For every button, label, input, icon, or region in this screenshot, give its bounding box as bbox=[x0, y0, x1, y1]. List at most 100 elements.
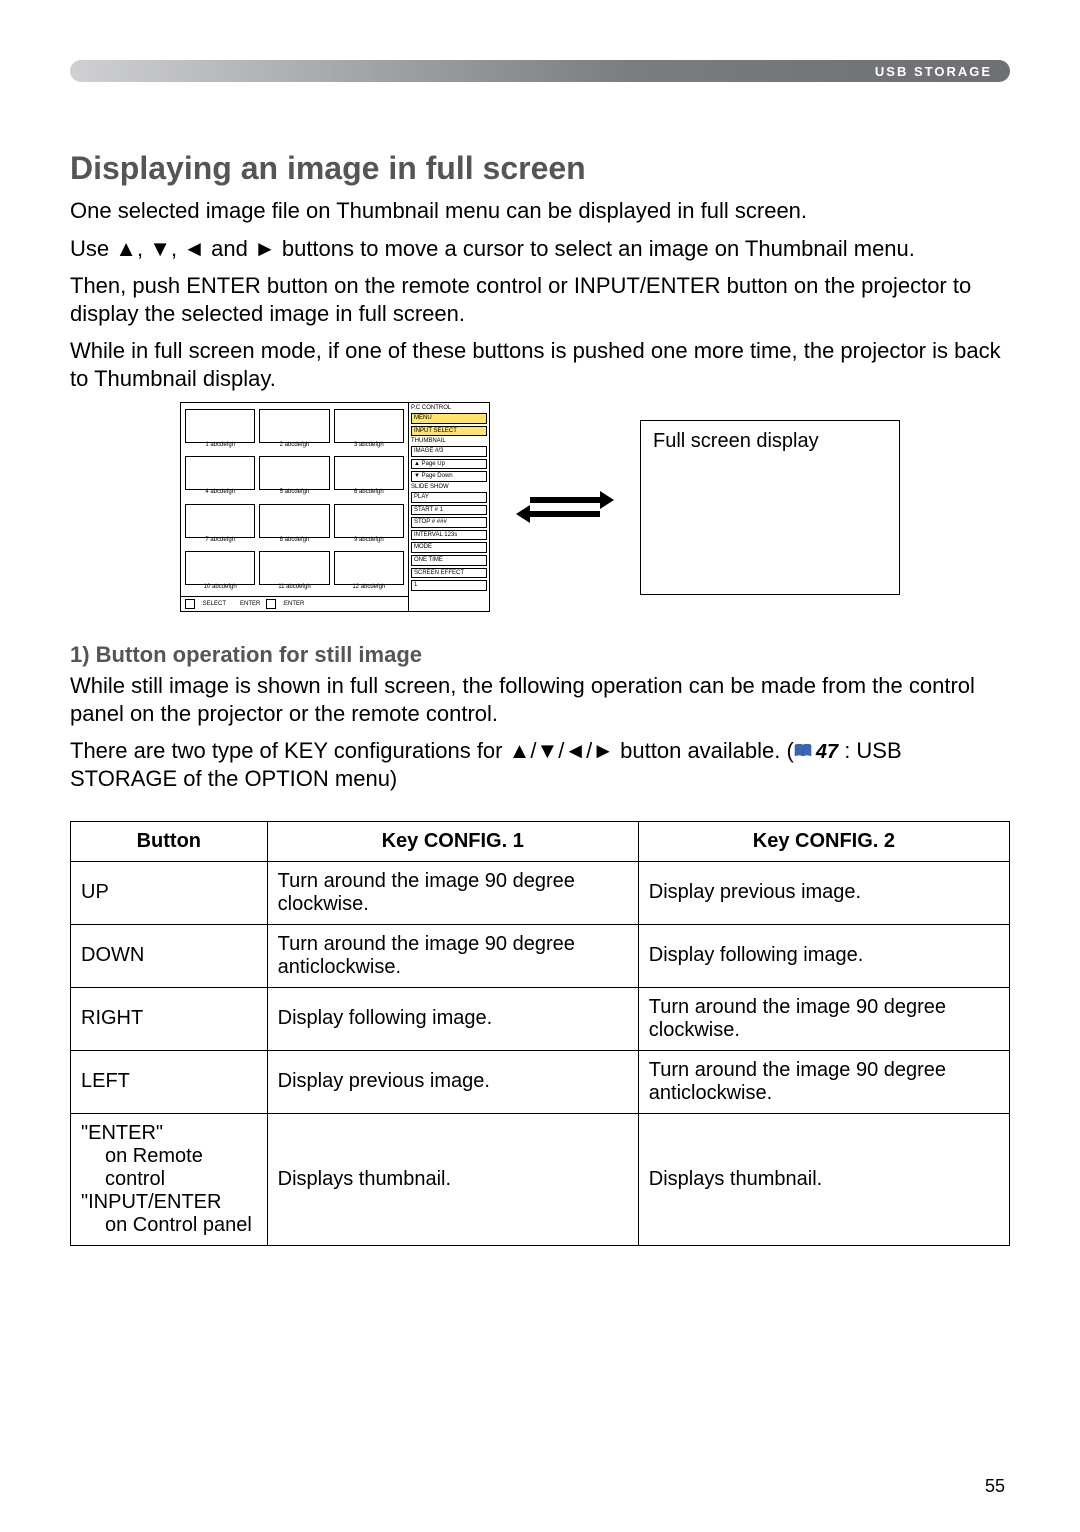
cell-c2: Display previous image. bbox=[638, 861, 1009, 924]
manual-ref: 47 bbox=[794, 740, 838, 765]
cell-c1: Display following image. bbox=[267, 987, 638, 1050]
cell-c2: Display following image. bbox=[638, 924, 1009, 987]
thumb-caption: 9 abcdefgh bbox=[335, 537, 403, 544]
arrow-combo: ▲/▼/◄/► bbox=[509, 738, 614, 763]
side-screen-effect: SCREEN EFFECT bbox=[411, 568, 487, 579]
enter-l1b: "INPUT/ENTER bbox=[81, 1191, 257, 1214]
side-menu: MENU bbox=[411, 413, 487, 424]
manual-ref-no: 47 bbox=[816, 740, 838, 765]
cell-c1: Display previous image. bbox=[267, 1050, 638, 1113]
thumb-cell: 1 abcdefgh bbox=[185, 409, 255, 443]
cell-button-enter: "ENTER" on Remote control "INPUT/ENTER o… bbox=[71, 1113, 268, 1245]
thumbnail-footer: :SELECT ENTER :ENTER bbox=[181, 596, 408, 611]
side-page-down: ▼ Page Down bbox=[411, 471, 487, 482]
side-mode: MODE bbox=[411, 542, 487, 553]
thumb-cell: 12 abcdefgh bbox=[334, 551, 404, 585]
enter-icon bbox=[266, 599, 276, 609]
arrow-left-icon bbox=[530, 511, 600, 517]
thumb-cell: 7 abcdefgh bbox=[185, 504, 255, 538]
side-input-select: INPUT SELECT bbox=[411, 426, 487, 437]
thumb-cell: 8 abcdefgh bbox=[259, 504, 329, 538]
side-start: START # 1 bbox=[411, 505, 487, 516]
thumb-caption: 12 abcdefgh bbox=[335, 584, 403, 591]
page-number: 55 bbox=[985, 1476, 1005, 1497]
subsection-title: 1) Button operation for still image bbox=[70, 642, 1010, 668]
thumb-caption: 5 abcdefgh bbox=[260, 489, 328, 496]
thumbnail-menu-illustration: 1 abcdefgh 2 abcdefgh 3 abcdefgh 4 abcde… bbox=[180, 402, 490, 612]
sub-p2a: There are two type of KEY configurations… bbox=[70, 738, 509, 763]
section-p3: Then, push ENTER button on the remote co… bbox=[70, 272, 1010, 327]
side-pc-control: P.C CONTROL bbox=[411, 405, 487, 411]
transition-arrows bbox=[520, 497, 610, 517]
section-p2b: buttons to move a cursor to select an im… bbox=[276, 236, 915, 261]
thumb-cell: 6 abcdefgh bbox=[334, 456, 404, 490]
thumb-cell: 4 abcdefgh bbox=[185, 456, 255, 490]
thumb-caption: 7 abcdefgh bbox=[186, 537, 254, 544]
cell-c1: Turn around the image 90 degree clockwis… bbox=[267, 861, 638, 924]
key-config-table: Button Key CONFIG. 1 Key CONFIG. 2 UP Tu… bbox=[70, 821, 1010, 1246]
th-config1: Key CONFIG. 1 bbox=[267, 821, 638, 861]
table-row: LEFT Display previous image. Turn around… bbox=[71, 1050, 1010, 1113]
thumb-caption: 4 abcdefgh bbox=[186, 489, 254, 496]
side-thumbnail-title: THUMBNAIL bbox=[411, 438, 487, 444]
cell-button: LEFT bbox=[71, 1050, 268, 1113]
thumb-cell: 5 abcdefgh bbox=[259, 456, 329, 490]
side-stop: STOP # ### bbox=[411, 517, 487, 528]
sub-p2b: button available. ( bbox=[614, 738, 794, 763]
section-p2: Use ▲, ▼, ◄ and ► buttons to move a curs… bbox=[70, 235, 1010, 263]
enter-l2a: on Remote control bbox=[81, 1145, 257, 1191]
arrow-list: ▲, ▼, ◄ and ► bbox=[115, 236, 275, 261]
page-content: Displaying an image in full screen One s… bbox=[70, 150, 1010, 1246]
table-row: RIGHT Display following image. Turn arou… bbox=[71, 987, 1010, 1050]
cell-c2: Displays thumbnail. bbox=[638, 1113, 1009, 1245]
sub-p2: There are two type of KEY configurations… bbox=[70, 737, 1010, 793]
section-p2a: Use bbox=[70, 236, 115, 261]
side-slide-title: SLIDE SHOW bbox=[411, 484, 487, 490]
thumb-cell: 10 abcdefgh bbox=[185, 551, 255, 585]
header-bar: USB STORAGE bbox=[70, 60, 1010, 82]
section-p1: One selected image file on Thumbnail men… bbox=[70, 197, 1010, 225]
section-title: Displaying an image in full screen bbox=[70, 150, 1010, 187]
cell-button: RIGHT bbox=[71, 987, 268, 1050]
footer-enter-r: :ENTER bbox=[282, 601, 304, 607]
thumb-cell: 3 abcdefgh bbox=[334, 409, 404, 443]
cell-c1: Displays thumbnail. bbox=[267, 1113, 638, 1245]
footer-enter-l: ENTER bbox=[240, 601, 260, 607]
arrow-right-icon bbox=[530, 497, 600, 503]
th-button: Button bbox=[71, 821, 268, 861]
footer-select: :SELECT bbox=[201, 601, 226, 607]
thumb-caption: 6 abcdefgh bbox=[335, 489, 403, 496]
side-play: PLAY bbox=[411, 492, 487, 503]
cell-c2: Turn around the image 90 degree clockwis… bbox=[638, 987, 1009, 1050]
table-row: UP Turn around the image 90 degree clock… bbox=[71, 861, 1010, 924]
manual-page: USB STORAGE Displaying an image in full … bbox=[0, 0, 1080, 1532]
thumb-caption: 1 abcdefgh bbox=[186, 442, 254, 449]
side-image: IMAGE #/3 bbox=[411, 446, 487, 457]
section-p4: While in full screen mode, if one of the… bbox=[70, 337, 1010, 392]
thumbnail-grid-wrap: 1 abcdefgh 2 abcdefgh 3 abcdefgh 4 abcde… bbox=[181, 403, 409, 611]
enter-l2b: on Control panel bbox=[81, 1214, 257, 1237]
th-config2: Key CONFIG. 2 bbox=[638, 821, 1009, 861]
cell-c2: Turn around the image 90 degree anticloc… bbox=[638, 1050, 1009, 1113]
thumb-caption: 10 abcdefgh bbox=[186, 584, 254, 591]
full-screen-label: Full screen display bbox=[653, 430, 819, 452]
diagram-row: 1 abcdefgh 2 abcdefgh 3 abcdefgh 4 abcde… bbox=[70, 402, 1010, 612]
dpad-icon bbox=[185, 599, 195, 609]
sub-p1: While still image is shown in full scree… bbox=[70, 672, 1010, 727]
thumb-caption: 8 abcdefgh bbox=[260, 537, 328, 544]
enter-l1a: "ENTER" bbox=[81, 1122, 257, 1145]
thumb-cell: 2 abcdefgh bbox=[259, 409, 329, 443]
thumb-cell: 11 abcdefgh bbox=[259, 551, 329, 585]
header-section-label: USB STORAGE bbox=[875, 64, 992, 79]
thumb-cell: 9 abcdefgh bbox=[334, 504, 404, 538]
side-interval: INTERVAL 123s bbox=[411, 530, 487, 541]
thumbnail-side-panel: P.C CONTROL MENU INPUT SELECT THUMBNAIL … bbox=[409, 403, 489, 611]
side-screen-effect-val: 1 bbox=[411, 580, 487, 591]
book-icon bbox=[794, 744, 812, 758]
thumb-caption: 2 abcdefgh bbox=[260, 442, 328, 449]
table-row: DOWN Turn around the image 90 degree ant… bbox=[71, 924, 1010, 987]
cell-button: UP bbox=[71, 861, 268, 924]
thumb-caption: 3 abcdefgh bbox=[335, 442, 403, 449]
cell-button: DOWN bbox=[71, 924, 268, 987]
table-header-row: Button Key CONFIG. 1 Key CONFIG. 2 bbox=[71, 821, 1010, 861]
